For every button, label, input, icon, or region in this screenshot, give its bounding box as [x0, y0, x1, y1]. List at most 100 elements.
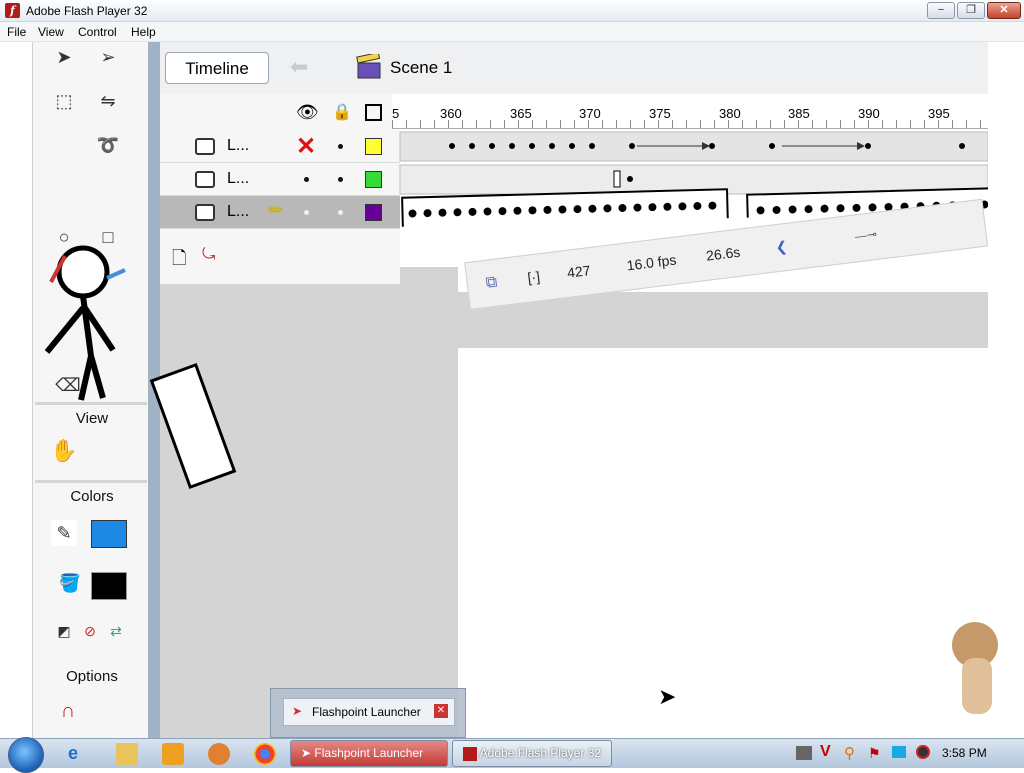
menu-bar: File View Control Help: [0, 22, 1024, 42]
view-separator: [35, 480, 147, 483]
layer-name: L...: [227, 137, 250, 154]
subselection-arrow-icon[interactable]: ➢: [95, 44, 121, 70]
tools-panel: ➤ ➢ ⬚ ⇋ ➰ ○ □ ⌫ View ✋ Colors ✎ 🪣 ◩ ⊘ ⇄ …: [32, 42, 152, 738]
app-icon[interactable]: [208, 743, 230, 765]
tray-network-icon[interactable]: [892, 746, 906, 758]
layer-row-active[interactable]: L... ✏: [160, 196, 400, 229]
visibility-dot[interactable]: [304, 177, 309, 182]
timeline-button[interactable]: Timeline: [165, 52, 269, 84]
layer-name: L...: [227, 203, 250, 220]
maximize-button[interactable]: ❐: [957, 2, 985, 19]
taskbar: e ➤ Flashpoint Launcher Adobe Flash Play…: [0, 737, 1024, 773]
swap-colors-icon[interactable]: ⇄: [103, 618, 129, 644]
outline-icon[interactable]: [365, 104, 382, 121]
layer-page-icon: [195, 171, 215, 188]
flashpoint-icon: ➤: [301, 746, 312, 760]
frame-ruler[interactable]: 5 360 365 370 375 380 385 390 395: [392, 94, 988, 129]
onion-skin-icon[interactable]: [·]: [527, 268, 541, 285]
scene-label[interactable]: Scene 1: [390, 58, 452, 78]
ruler-tick: 365: [510, 106, 532, 121]
minimize-button[interactable]: −: [927, 2, 955, 19]
stick-figure-drawing: [44, 245, 126, 401]
free-transform-icon[interactable]: ⬚: [51, 88, 77, 114]
internet-explorer-icon[interactable]: e: [68, 743, 90, 765]
layer-row[interactable]: L... ✕: [160, 130, 400, 163]
tray-search-icon[interactable]: ⚲: [844, 744, 855, 762]
eraser-icon[interactable]: ⌫: [55, 372, 81, 398]
motion-guide-icon[interactable]: ⤿: [202, 246, 215, 264]
lasso-icon[interactable]: ➰: [95, 132, 121, 158]
lock-dot[interactable]: [338, 210, 343, 215]
popup-item[interactable]: ➤ Flashpoint Launcher ✕: [283, 698, 455, 726]
hidden-x-icon[interactable]: ✕: [296, 132, 316, 161]
popup-close-icon[interactable]: ✕: [434, 704, 448, 718]
lock-dot[interactable]: [338, 177, 343, 182]
taskbar-thumbnail-popup[interactable]: ➤ Flashpoint Launcher ✕: [270, 688, 466, 738]
close-button[interactable]: ✕: [987, 2, 1021, 19]
clock[interactable]: 3:58 PM: [942, 746, 987, 760]
task-label: Flashpoint Launcher: [314, 746, 424, 760]
eye-icon[interactable]: 👁: [296, 102, 319, 123]
selection-arrow-icon[interactable]: ➤: [51, 44, 77, 70]
popup-label: Flashpoint Launcher: [312, 705, 421, 719]
timeline-header: Timeline ⬅ Scene 1: [160, 42, 988, 95]
current-frame: 427: [566, 262, 592, 281]
layer-color-swatch[interactable]: [365, 138, 382, 155]
paint-bucket-icon[interactable]: 🪣: [57, 570, 83, 596]
menu-control[interactable]: Control: [78, 25, 117, 39]
elapsed-time: 26.6s: [705, 243, 742, 264]
task-flashpoint-launcher[interactable]: ➤ Flashpoint Launcher: [290, 740, 448, 767]
gradient-transform-icon[interactable]: ⇋: [95, 88, 121, 114]
new-layer-icon[interactable]: 🗋: [172, 246, 186, 276]
scroll-left-icon[interactable]: ❮: [775, 238, 789, 256]
tray-record-icon[interactable]: [916, 745, 930, 759]
fill-color-swatch[interactable]: [91, 520, 127, 548]
mouse-cursor-icon: ➤: [658, 684, 677, 709]
visibility-dot[interactable]: [304, 210, 309, 215]
stroke-pencil-icon[interactable]: ✎: [51, 520, 77, 546]
lock-icon[interactable]: 🔒: [332, 102, 352, 122]
folder-icon[interactable]: [116, 743, 138, 765]
flash-app-icon: f: [5, 3, 20, 18]
task-flash-player[interactable]: Adobe Flash Player 32: [452, 740, 612, 767]
ruler-tick: 380: [719, 106, 741, 121]
ruler-tick: 360: [440, 106, 462, 121]
back-arrow-icon[interactable]: ⬅: [290, 54, 308, 80]
pencil-edit-icon: ✏: [268, 200, 284, 220]
ruler-tick: 370: [579, 106, 601, 121]
flash-stage[interactable]: ➤ ➢ ⬚ ⇋ ➰ ○ □ ⌫ View ✋ Colors ✎ 🪣 ◩ ⊘ ⇄ …: [0, 42, 1024, 738]
frame-row-1[interactable]: [392, 130, 988, 163]
layer-row[interactable]: L...: [160, 163, 400, 196]
black-white-icon[interactable]: ◩: [51, 618, 77, 644]
menu-help[interactable]: Help: [131, 25, 156, 39]
menu-view[interactable]: View: [38, 25, 64, 39]
layer-color-swatch[interactable]: [365, 171, 382, 188]
layers-panel: 👁 🔒 L... ✕ L... L... ✏ 🗋 ⤿: [160, 94, 400, 284]
media-player-icon[interactable]: [162, 743, 184, 765]
layer-color-swatch[interactable]: [365, 204, 382, 221]
task-label: Adobe Flash Player 32: [479, 746, 602, 760]
ruler-ticks: [392, 120, 988, 128]
tray-icon-v[interactable]: V: [820, 743, 831, 761]
menu-file[interactable]: File: [7, 25, 26, 39]
hand-tool-icon[interactable]: ✋: [50, 438, 77, 464]
ruler-tick: 395: [928, 106, 950, 121]
tray-flag-icon[interactable]: ⚑: [868, 745, 881, 762]
lock-dot[interactable]: [338, 144, 343, 149]
options-section-label: Options: [66, 668, 118, 685]
chrome-icon[interactable]: [254, 743, 276, 765]
ruler-tick: 390: [858, 106, 880, 121]
stroke-color-swatch[interactable]: [91, 572, 127, 600]
tray-icon-1[interactable]: [796, 746, 812, 760]
no-color-icon[interactable]: ⊘: [77, 618, 103, 644]
ruler-tick: 5: [392, 106, 400, 121]
title-bar: f Adobe Flash Player 32 − ❐ ✕: [0, 0, 1024, 22]
tools-separator: [35, 402, 147, 405]
view-section-label: View: [75, 410, 109, 427]
snap-magnet-icon[interactable]: ∩: [55, 698, 81, 724]
window-title: Adobe Flash Player 32: [26, 4, 148, 18]
scrubber-icon[interactable]: —⊸: [854, 227, 878, 244]
center-frame-icon[interactable]: ⧉: [485, 274, 499, 293]
hamster-mascot-image: [942, 618, 1008, 718]
scene-clapper-icon: [356, 54, 381, 79]
